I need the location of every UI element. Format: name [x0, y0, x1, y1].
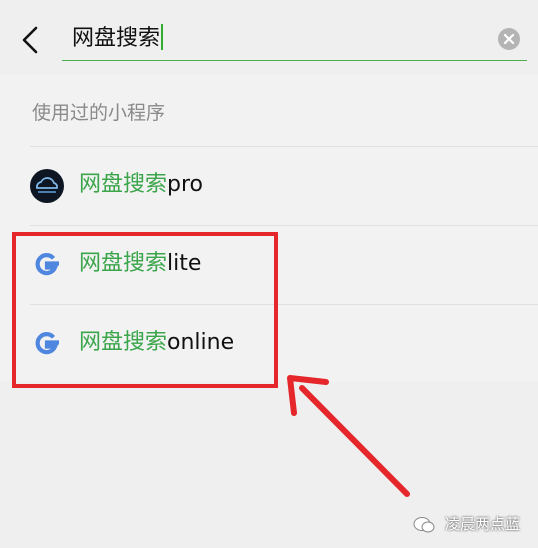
annotation-arrow-icon [287, 375, 410, 497]
search-input[interactable]: 网盘搜索 [72, 24, 164, 54]
clear-button[interactable] [498, 28, 520, 50]
section-title: 使用过的小程序 [32, 102, 166, 124]
watermark-text: 凌晨两点蓝 [444, 515, 520, 533]
search-query: 网盘搜索 [72, 26, 161, 51]
result-item-pro[interactable]: 网盘搜索pro [0, 147, 538, 225]
wechat-icon [413, 517, 435, 533]
search-field[interactable]: 网盘搜索 [62, 18, 527, 61]
chevron-left-icon [22, 26, 38, 54]
search-header: 网盘搜索 [0, 0, 538, 75]
annotation-box [12, 232, 278, 388]
text-caret [161, 24, 164, 50]
result-label: 网盘搜索pro [79, 172, 204, 197]
cloud-logo-icon [30, 169, 64, 203]
back-button[interactable] [14, 22, 50, 58]
clear-icon [503, 33, 515, 45]
